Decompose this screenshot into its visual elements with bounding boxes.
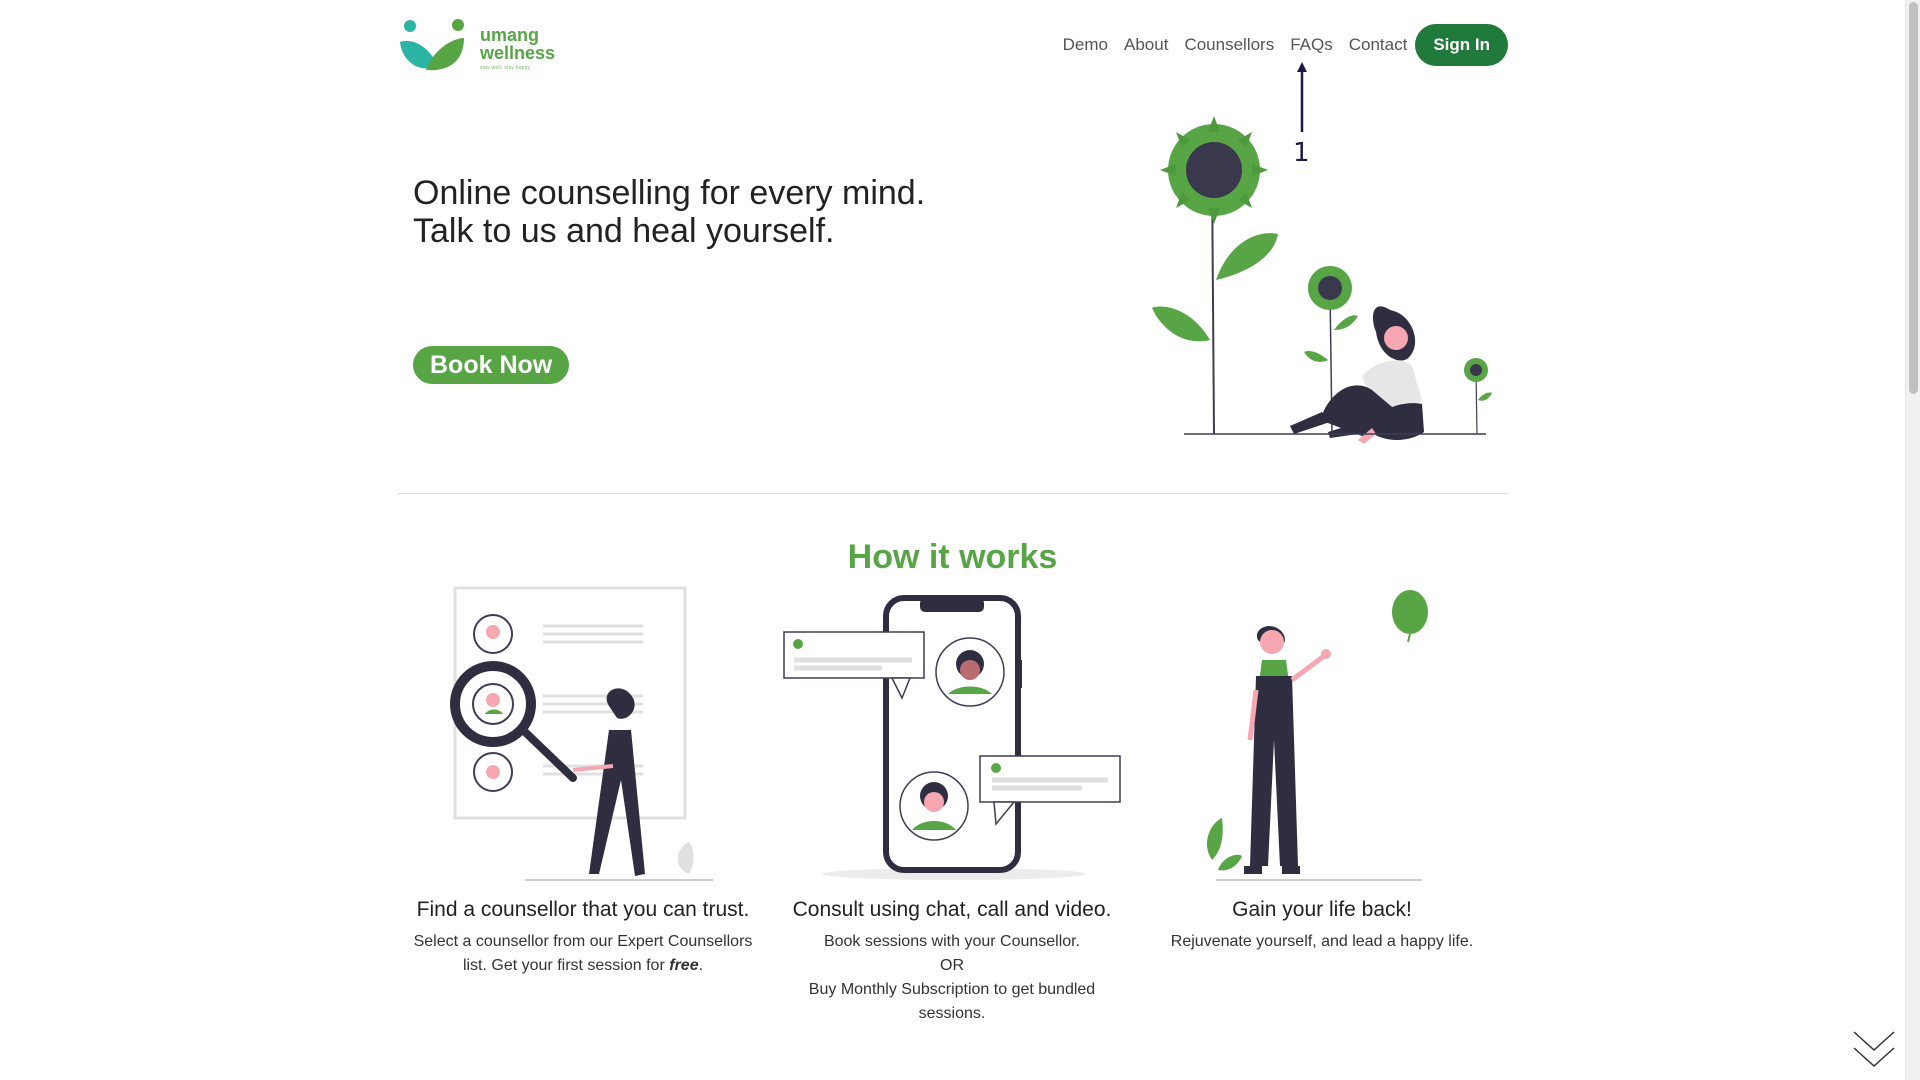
step-desc-find-emphasis: free bbox=[669, 957, 699, 974]
how-it-works-heading: How it works bbox=[847, 538, 1058, 576]
step-illustration-consult bbox=[782, 580, 1122, 890]
step-card-consult: Consult using chat, call and video. Book… bbox=[782, 580, 1122, 1026]
step-card-gain: Gain your life back! Rejuvenate yourself… bbox=[1152, 580, 1492, 954]
logo-wordmark: umang wellness bbox=[480, 26, 555, 62]
woman-balloon-icon bbox=[1206, 590, 1428, 881]
page: umang wellness stay well, stay happy Dem… bbox=[0, 0, 1905, 1080]
step-desc-gain: Rejuvenate yourself, and lead a happy li… bbox=[1170, 933, 1474, 950]
step-desc-find-period: . bbox=[698, 957, 704, 974]
scroll-down-chevron-icon[interactable] bbox=[1852, 1030, 1896, 1070]
step-title-consult: Consult using chat, call and video. bbox=[792, 898, 1112, 921]
step-illustration-find bbox=[413, 580, 753, 890]
logo-tagline: stay well, stay happy bbox=[480, 65, 531, 71]
hero-line1: Online counselling for every mind. bbox=[413, 174, 926, 212]
woman-sitting-icon bbox=[1290, 306, 1424, 444]
step-desc-find: Select a counsellor from our Expert Coun… bbox=[413, 930, 753, 978]
step-title-find: Find a counsellor that you can trust. bbox=[416, 898, 750, 921]
big-sunflower-icon bbox=[1152, 116, 1278, 435]
step-desc-consult: Book sessions with your Counsellor. OR B… bbox=[782, 930, 1122, 1026]
step-desc-consult-line2: OR bbox=[940, 957, 964, 974]
step-illustration-gain bbox=[1152, 580, 1492, 890]
nav-about[interactable]: About bbox=[1124, 35, 1168, 55]
hero-line2: Talk to us and heal yourself. bbox=[413, 212, 835, 250]
tiny-sunflower-icon bbox=[1464, 358, 1492, 435]
step-desc-consult-line3: Buy Monthly Subscription to get bundled … bbox=[808, 981, 1096, 1022]
step-desc-consult-line1: Book sessions with your Counsellor. bbox=[823, 933, 1081, 950]
nav-faqs[interactable]: FAQs bbox=[1290, 35, 1333, 55]
logo-mark-icon bbox=[400, 19, 464, 71]
book-now-button[interactable]: Book Now bbox=[413, 346, 570, 384]
hero-heading: Online counselling for every mind. Talk … bbox=[413, 174, 953, 250]
nav-contact[interactable]: Contact bbox=[1349, 35, 1408, 55]
step-card-find: Find a counsellor that you can trust. Se… bbox=[413, 580, 753, 978]
page-scrollbar[interactable] bbox=[1905, 0, 1920, 1080]
logo[interactable]: umang wellness stay well, stay happy bbox=[398, 18, 568, 78]
logo-line2: wellness bbox=[480, 43, 556, 63]
phone-chat-icon bbox=[783, 595, 1121, 880]
logo-line1: umang bbox=[480, 25, 540, 45]
magnifier-search-icon bbox=[450, 586, 713, 881]
nav-demo[interactable]: Demo bbox=[1063, 35, 1108, 55]
scrollbar-thumb[interactable] bbox=[1909, 2, 1918, 394]
section-divider bbox=[398, 493, 1508, 494]
sunflower-illustration bbox=[1152, 116, 1492, 444]
nav-counsellors[interactable]: Counsellors bbox=[1184, 35, 1274, 55]
step-title-gain: Gain your life back! bbox=[1232, 898, 1412, 921]
